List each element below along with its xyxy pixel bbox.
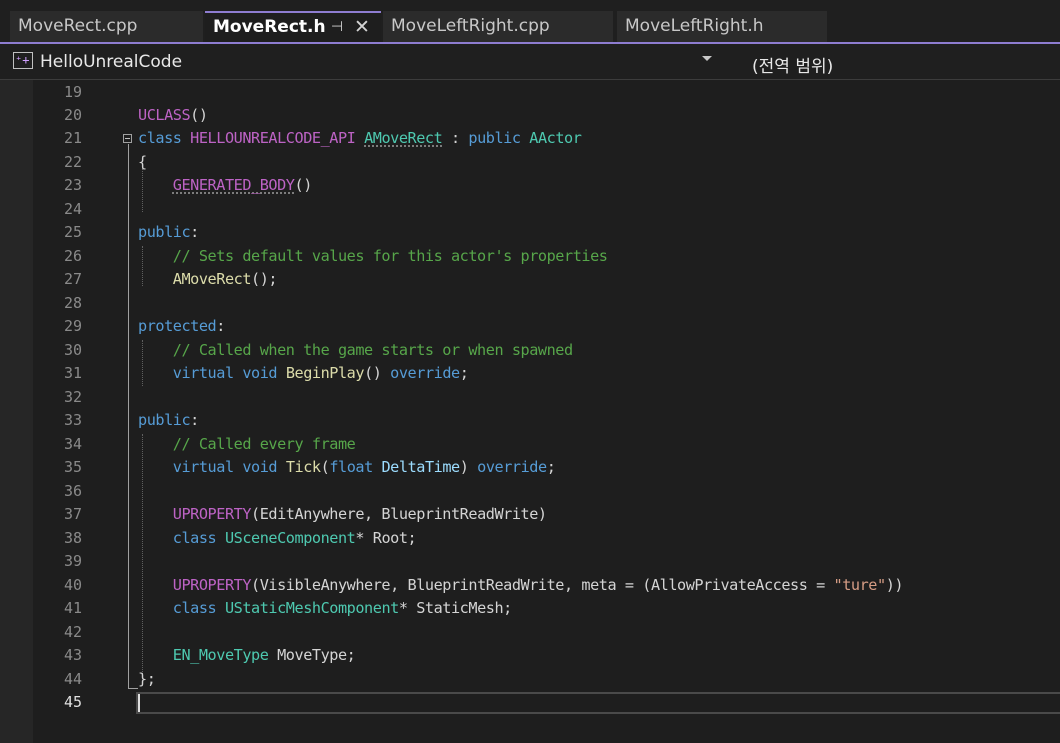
- line-number: 19: [63, 83, 82, 101]
- code-line: protected:: [138, 317, 225, 335]
- line-number: 35: [63, 458, 82, 476]
- line-number: 43: [63, 646, 82, 664]
- project-dropdown[interactable]: HelloUnrealCode: [40, 52, 182, 72]
- line-number: 28: [63, 294, 82, 312]
- line-number: 36: [63, 482, 82, 500]
- chevron-down-icon[interactable]: [702, 56, 712, 61]
- line-number: 24: [63, 200, 82, 218]
- line-number: 40: [63, 576, 82, 594]
- line-number: 37: [63, 505, 82, 523]
- tab-label: MoveLeftRight.h: [625, 16, 764, 36]
- text-caret: [138, 694, 140, 712]
- tab-moveleftright-h[interactable]: MoveLeftRight.h: [617, 11, 827, 42]
- close-icon[interactable]: ✕: [351, 13, 373, 41]
- code-line: public:: [138, 411, 199, 429]
- code-line: AMoveRect();: [172, 270, 278, 288]
- code-line: };: [138, 670, 156, 688]
- code-line: UCLASS(): [138, 106, 208, 124]
- code-line: // Sets default values for this actor's …: [172, 247, 608, 265]
- line-number: 27: [63, 270, 82, 288]
- line-number: 42: [63, 623, 82, 641]
- code-line: GENERATED_BODY(): [172, 176, 313, 194]
- code-line: EN_MoveType MoveType;: [172, 646, 356, 664]
- code-line: class HELLOUNREALCODE_API AMoveRect : pu…: [138, 129, 582, 147]
- cpp-project-icon: ⁺+: [13, 52, 33, 69]
- line-number: 20: [63, 106, 82, 124]
- line-number: 21: [63, 129, 82, 147]
- pin-icon[interactable]: ⊣: [327, 13, 347, 41]
- line-number: 25: [63, 223, 82, 241]
- tab-label: MoveLeftRight.cpp: [391, 16, 550, 36]
- navigation-bar: ⁺+ HelloUnrealCode (전역 범위): [0, 44, 1060, 80]
- line-number: 39: [63, 552, 82, 570]
- outlining-end: [128, 688, 138, 689]
- current-line-highlight: [136, 692, 1060, 714]
- line-number: 34: [63, 435, 82, 453]
- line-number: 29: [63, 317, 82, 335]
- code-line: virtual void BeginPlay() override;: [172, 364, 469, 382]
- code-line: class UStaticMeshComponent* StaticMesh;: [172, 599, 513, 617]
- line-number: 44: [63, 670, 82, 688]
- code-line: // Called when the game starts or when s…: [172, 341, 573, 359]
- outlining-line: [128, 144, 129, 689]
- code-line: UPROPERTY(EditAnywhere, BlueprintReadWri…: [172, 505, 547, 523]
- line-number: 30: [63, 341, 82, 359]
- line-number: 31: [63, 364, 82, 382]
- tab-label: MoveRect.h: [213, 17, 326, 37]
- line-number: 26: [63, 247, 82, 265]
- scope-dropdown[interactable]: (전역 범위): [752, 52, 833, 77]
- line-number: 23: [63, 176, 82, 194]
- line-number-current: 45: [63, 693, 82, 711]
- code-editor[interactable]: 19 20 21 22 23 24 25 26 27 28 29 30 31 3…: [0, 80, 1060, 743]
- line-number: 33: [63, 411, 82, 429]
- editor-margin: [0, 80, 33, 743]
- line-number: 41: [63, 599, 82, 617]
- document-tab-bar: MoveRect.cpp MoveRect.h ⊣ ✕ MoveLeftRigh…: [0, 0, 1060, 44]
- tab-moverect-cpp[interactable]: MoveRect.cpp: [10, 11, 203, 42]
- code-line: virtual void Tick(float DeltaTime) overr…: [172, 458, 556, 476]
- code-line: class USceneComponent* Root;: [172, 529, 417, 547]
- tab-moverect-h[interactable]: MoveRect.h ⊣ ✕: [205, 11, 381, 42]
- line-number: 38: [63, 529, 82, 547]
- tab-label: MoveRect.cpp: [18, 16, 138, 36]
- code-line: UPROPERTY(VisibleAnywhere, BlueprintRead…: [172, 576, 904, 594]
- code-line: public:: [138, 223, 199, 241]
- collapse-toggle-icon[interactable]: [123, 134, 132, 143]
- code-line: {: [138, 153, 147, 171]
- code-line: // Called every frame: [172, 435, 356, 453]
- line-number: 22: [63, 153, 82, 171]
- line-number: 32: [63, 388, 82, 406]
- tab-moveleftright-cpp[interactable]: MoveLeftRight.cpp: [383, 11, 613, 42]
